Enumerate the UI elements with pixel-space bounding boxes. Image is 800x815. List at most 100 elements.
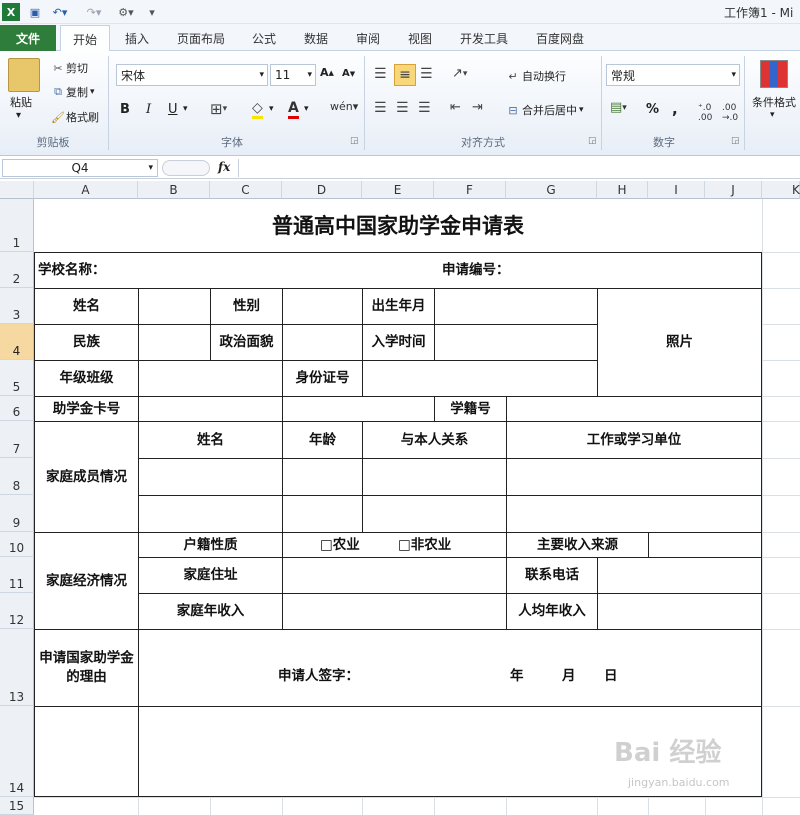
tab-file[interactable]: 文件 xyxy=(0,25,56,51)
column-header[interactable]: C xyxy=(210,181,282,199)
underline-dropdown-icon[interactable]: ▾ xyxy=(183,104,188,114)
name-box[interactable]: Q4 ▾ xyxy=(2,159,158,177)
row-header[interactable]: 10 xyxy=(0,532,34,557)
tab-page-layout[interactable]: 页面布局 xyxy=(167,25,235,51)
align-right-icon[interactable]: ☰ xyxy=(418,100,431,116)
card-number-input-cell[interactable] xyxy=(139,397,434,421)
id-number-input-cell[interactable] xyxy=(363,361,597,396)
row-header[interactable]: 8 xyxy=(0,458,34,495)
formula-input[interactable] xyxy=(238,159,800,177)
orientation-icon[interactable]: ↗ ▾ xyxy=(452,66,467,81)
column-header[interactable]: E xyxy=(362,181,434,199)
select-all-corner[interactable] xyxy=(0,181,34,199)
photo-cell[interactable]: 照片 xyxy=(598,289,761,396)
comma-button[interactable]: , xyxy=(672,100,678,118)
ethnicity-input-cell[interactable] xyxy=(139,325,210,360)
column-header[interactable]: F xyxy=(434,181,506,199)
column-header[interactable]: D xyxy=(282,181,362,199)
column-header[interactable]: I xyxy=(648,181,705,199)
column-header[interactable]: J xyxy=(705,181,762,199)
tab-insert[interactable]: 插入 xyxy=(113,25,161,51)
copy-button[interactable]: ⧉ 复制 ▾ xyxy=(50,84,94,100)
alignment-dialog-launcher-icon[interactable]: ◲ xyxy=(588,136,597,146)
number-dialog-launcher-icon[interactable]: ◲ xyxy=(731,136,740,146)
gender-input-cell[interactable] xyxy=(283,289,362,324)
decrease-indent-icon[interactable]: ⇤ xyxy=(450,100,461,115)
fill-color-dropdown-icon[interactable]: ▾ xyxy=(269,104,274,114)
font-dialog-launcher-icon[interactable]: ◲ xyxy=(350,136,359,146)
income-source-input-cell[interactable] xyxy=(649,533,761,557)
excel-app-icon[interactable]: X xyxy=(2,3,20,21)
save-icon[interactable]: ▣ xyxy=(26,3,44,21)
number-format-select[interactable]: 常规 ▾ xyxy=(606,64,740,86)
font-size-select[interactable]: 11 ▾ xyxy=(270,64,316,86)
row-header[interactable]: 11 xyxy=(0,557,34,593)
font-color-icon[interactable]: A xyxy=(288,100,299,119)
formula-bar-splitter[interactable] xyxy=(162,160,210,176)
row-header[interactable]: 12 xyxy=(0,593,34,629)
increase-indent-icon[interactable]: ⇥ xyxy=(472,100,483,115)
row-header[interactable]: 3 xyxy=(0,288,34,324)
paste-icon[interactable] xyxy=(8,58,40,92)
italic-button[interactable]: I xyxy=(146,102,151,117)
conditional-format-icon[interactable] xyxy=(760,60,788,88)
conditional-format-dropdown-icon[interactable]: ▾ xyxy=(770,110,775,120)
paste-dropdown-icon[interactable]: ▾ xyxy=(16,110,21,121)
column-header[interactable]: A xyxy=(34,181,138,199)
insert-function-icon[interactable]: fx xyxy=(218,160,230,174)
row-header[interactable]: 13 xyxy=(0,629,34,706)
format-painter-button[interactable]: 🖌 格式刷 xyxy=(50,109,99,125)
tab-formulas[interactable]: 公式 xyxy=(240,25,288,51)
underline-button[interactable]: U xyxy=(168,102,178,117)
align-bottom-icon[interactable]: ☰ xyxy=(420,66,433,82)
decrease-font-icon[interactable]: A ▼ xyxy=(342,68,355,79)
bold-button[interactable]: B xyxy=(120,102,130,117)
column-header[interactable]: H xyxy=(597,181,648,199)
address-input-cell[interactable] xyxy=(283,558,506,593)
name-input-cell[interactable] xyxy=(139,289,210,324)
increase-decimal-icon[interactable]: ⁺.0.00 xyxy=(698,103,712,123)
enrollment-date-input-cell[interactable] xyxy=(435,325,597,360)
row-header-active[interactable]: 4 xyxy=(0,324,34,360)
merge-center-button[interactable]: ⊟ 合并后居中 ▾ xyxy=(504,102,583,118)
tab-view[interactable]: 视图 xyxy=(396,25,444,51)
per-capita-income-input-cell[interactable] xyxy=(598,594,761,629)
student-number-input-cell[interactable] xyxy=(507,397,761,421)
customize-toolbar-icon[interactable]: ▾ xyxy=(146,3,158,21)
tab-baidu-pan[interactable]: 百度网盘 xyxy=(526,25,594,51)
column-header[interactable]: G xyxy=(506,181,597,199)
align-center-icon[interactable]: ☰ xyxy=(396,100,409,116)
row-header[interactable]: 2 xyxy=(0,252,34,288)
row-header[interactable]: 9 xyxy=(0,495,34,532)
font-color-dropdown-icon[interactable]: ▾ xyxy=(304,104,309,114)
agricultural-checkbox[interactable]: □农业 xyxy=(320,533,360,557)
family-member-row[interactable] xyxy=(139,496,761,532)
column-header[interactable]: B xyxy=(138,181,210,199)
redo-icon[interactable]: ↷▾ xyxy=(82,3,106,21)
non-agricultural-checkbox[interactable]: □非农业 xyxy=(398,533,451,557)
row-header[interactable]: 1 xyxy=(0,199,34,252)
font-name-select[interactable]: 宋体 ▾ xyxy=(116,64,268,86)
row-header[interactable]: 14 xyxy=(0,706,34,797)
row-header[interactable]: 5 xyxy=(0,360,34,396)
row-header[interactable]: 7 xyxy=(0,421,34,458)
undo-icon[interactable]: ↶▾ xyxy=(48,3,72,21)
tab-home[interactable]: 开始 xyxy=(60,25,110,52)
align-middle-icon[interactable]: ≡ xyxy=(394,64,416,86)
tab-review[interactable]: 审阅 xyxy=(344,25,392,51)
tab-developer[interactable]: 开发工具 xyxy=(450,25,518,51)
phone-input-cell[interactable] xyxy=(598,558,761,593)
percent-button[interactable]: % xyxy=(646,102,659,117)
family-member-row[interactable] xyxy=(139,459,761,495)
column-header[interactable]: K xyxy=(762,181,800,199)
borders-icon[interactable]: ⊞ ▾ xyxy=(210,100,227,118)
paste-button[interactable]: 粘贴 xyxy=(10,94,32,110)
annual-income-input-cell[interactable] xyxy=(283,594,506,629)
birth-date-input-cell[interactable] xyxy=(435,289,597,324)
conditional-format-button[interactable]: 条件格式 xyxy=(752,94,796,110)
decrease-decimal-icon[interactable]: .00 →.0 xyxy=(722,103,738,123)
currency-icon[interactable]: ▤ ▾ xyxy=(610,100,627,115)
wrap-text-button[interactable]: ↵ 自动换行 xyxy=(504,68,566,84)
quick-access-custom-icon[interactable]: ⚙▾ xyxy=(112,3,140,21)
row-header[interactable]: 15 xyxy=(0,797,34,815)
